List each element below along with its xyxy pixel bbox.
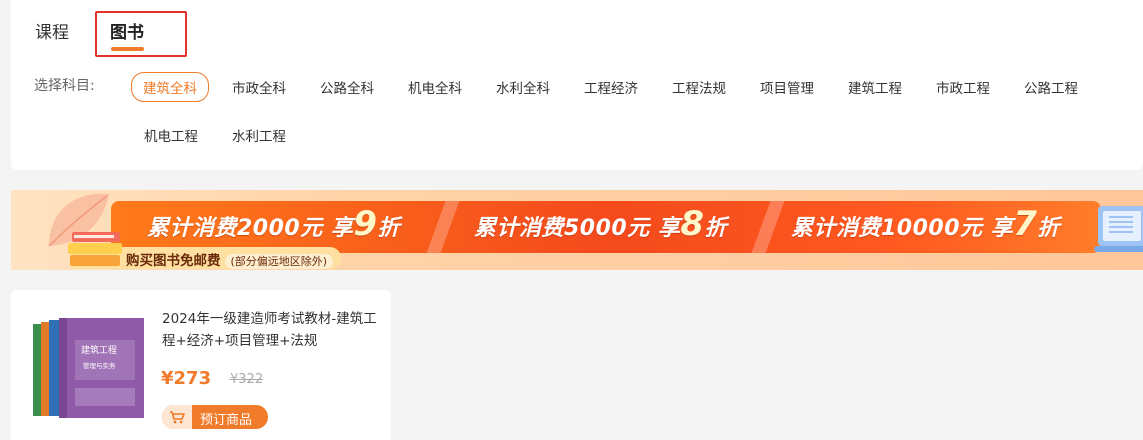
book-cover-title: 建筑工程 bbox=[81, 344, 117, 356]
discount-banner[interactable]: 累计消费2000元 享9折 累计消费5000元 享8折 累计消费10000元 享… bbox=[11, 190, 1143, 270]
free-shipping-note: (部分偏远地区除外) bbox=[224, 254, 334, 269]
product-original-price: ¥322 bbox=[230, 372, 264, 387]
discount-tier-3-text: 累计消费10000元 享 bbox=[791, 216, 1014, 241]
discount-tier-3-suffix: 折 bbox=[1037, 216, 1060, 241]
subject-chip[interactable]: 市政全科 bbox=[232, 77, 286, 97]
book-cover-image: 建筑工程 管理与实务 bbox=[33, 318, 144, 418]
book-cover-subtitle: 管理与实务 bbox=[83, 361, 116, 370]
top-card: 课程 图书 选择科目: 建筑全科 市政全科 公路全科 机电全科 水利全科 工程经… bbox=[11, 0, 1143, 170]
discount-tier-2-suffix: 折 bbox=[704, 216, 728, 241]
subject-chip[interactable]: 公路工程 bbox=[1024, 77, 1078, 97]
annotation-highlight-box bbox=[95, 11, 187, 57]
tab-courses[interactable]: 课程 bbox=[35, 18, 69, 43]
banner-divider bbox=[426, 201, 460, 253]
product-title[interactable]: 2024年一级建造师考试教材-建筑工程+经济+项目管理+法规 bbox=[162, 308, 377, 352]
discount-bar: 累计消费2000元 享9折 累计消费5000元 享8折 累计消费10000元 享… bbox=[111, 201, 1101, 253]
subject-chip[interactable]: 项目管理 bbox=[760, 77, 814, 97]
preorder-button[interactable]: 预订商品 bbox=[162, 405, 268, 429]
discount-tier-3: 累计消费10000元 享7折 bbox=[791, 207, 1060, 242]
discount-tier-1-text: 累计消费2000元 享 bbox=[147, 216, 354, 241]
laptop-icon bbox=[1094, 206, 1143, 252]
discount-tier-1-suffix: 折 bbox=[377, 216, 401, 241]
product-price: ¥273 bbox=[161, 368, 212, 389]
discount-tier-2-value: 8 bbox=[680, 204, 705, 244]
subject-chip[interactable]: 水利全科 bbox=[496, 77, 550, 97]
subject-chip-active[interactable]: 建筑全科 bbox=[131, 72, 209, 102]
subject-chip[interactable]: 公路全科 bbox=[320, 77, 374, 97]
discount-tier-2: 累计消费5000元 享8折 bbox=[474, 207, 728, 242]
subject-chip[interactable]: 机电全科 bbox=[408, 77, 462, 97]
subject-chip[interactable]: 市政工程 bbox=[936, 77, 990, 97]
subject-chip[interactable]: 机电工程 bbox=[144, 125, 198, 145]
subject-chip[interactable]: 工程法规 bbox=[672, 77, 726, 97]
product-card[interactable]: 建筑工程 管理与实务 2024年一级建造师考试教材-建筑工程+经济+项目管理+法… bbox=[11, 290, 391, 440]
discount-tier-1-value: 9 bbox=[353, 204, 378, 244]
discount-tier-1: 累计消费2000元 享9折 bbox=[147, 207, 401, 242]
free-shipping-text: 购买图书免邮费 bbox=[126, 253, 221, 269]
discount-tier-3-value: 7 bbox=[1013, 204, 1038, 244]
discount-tier-2-text: 累计消费5000元 享 bbox=[474, 216, 681, 241]
banner-divider bbox=[751, 201, 785, 253]
cart-icon bbox=[162, 405, 192, 429]
preorder-button-label: 预订商品 bbox=[200, 413, 253, 428]
book-stack-icon bbox=[68, 232, 122, 266]
subject-chip[interactable]: 建筑工程 bbox=[848, 77, 902, 97]
subject-chip[interactable]: 工程经济 bbox=[584, 77, 638, 97]
subject-chip[interactable]: 水利工程 bbox=[232, 125, 286, 145]
subject-filter-label: 选择科目: bbox=[34, 78, 95, 94]
